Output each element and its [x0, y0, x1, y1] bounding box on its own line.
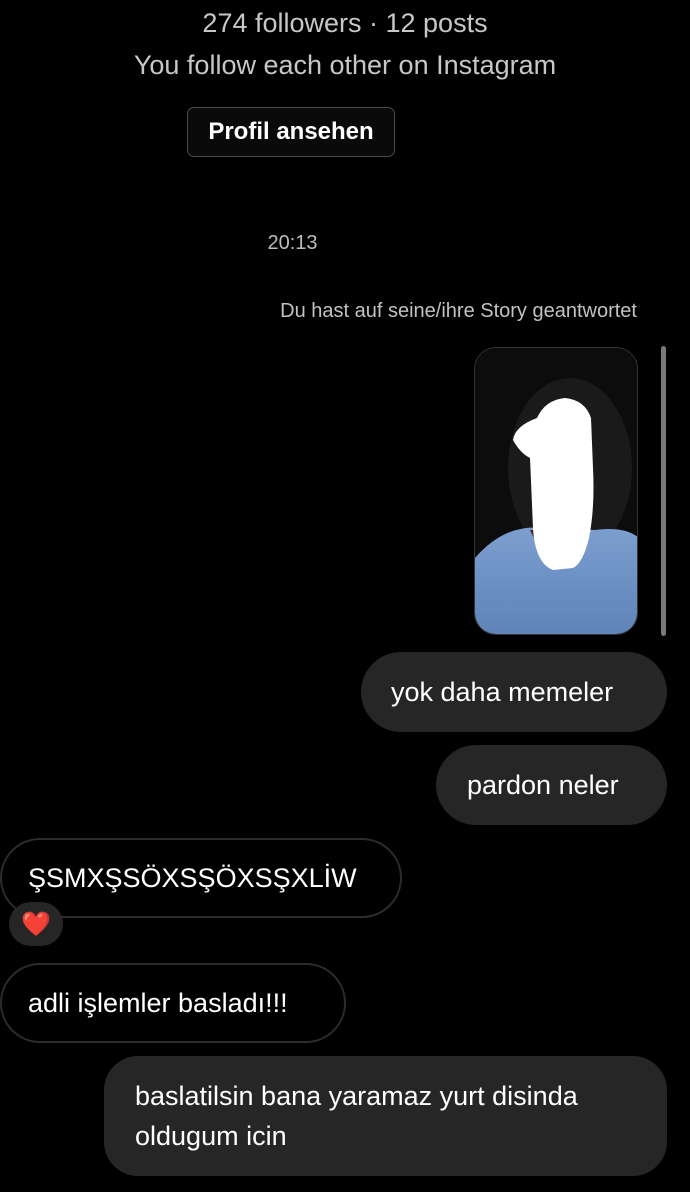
heart-reaction-icon[interactable]: ❤️: [9, 902, 63, 946]
message-bubble-outgoing[interactable]: yok daha memeler: [361, 652, 667, 732]
mutual-follow-text: You follow each other on Instagram: [133, 50, 557, 80]
story-reply-note: Du hast auf seine/ihre Story geantwortet: [280, 300, 637, 322]
message-bubble-incoming[interactable]: ŞSMXŞSÖXSŞÖXSŞXLİW: [0, 838, 402, 918]
story-thumbnail[interactable]: [474, 347, 638, 635]
message-bubble-outgoing[interactable]: pardon neler: [436, 745, 667, 825]
scrollbar[interactable]: [661, 346, 666, 636]
message-bubble-incoming[interactable]: adli işlemler basladı!!!: [0, 963, 346, 1043]
profile-stats: 274 followers · 12 posts: [202, 8, 488, 38]
view-profile-button[interactable]: Profil ansehen: [187, 107, 395, 157]
story-image: [475, 348, 637, 634]
message-timestamp: 20:13: [267, 232, 318, 254]
message-bubble-outgoing[interactable]: baslatilsin bana yaramaz yurt disinda ol…: [104, 1056, 667, 1176]
